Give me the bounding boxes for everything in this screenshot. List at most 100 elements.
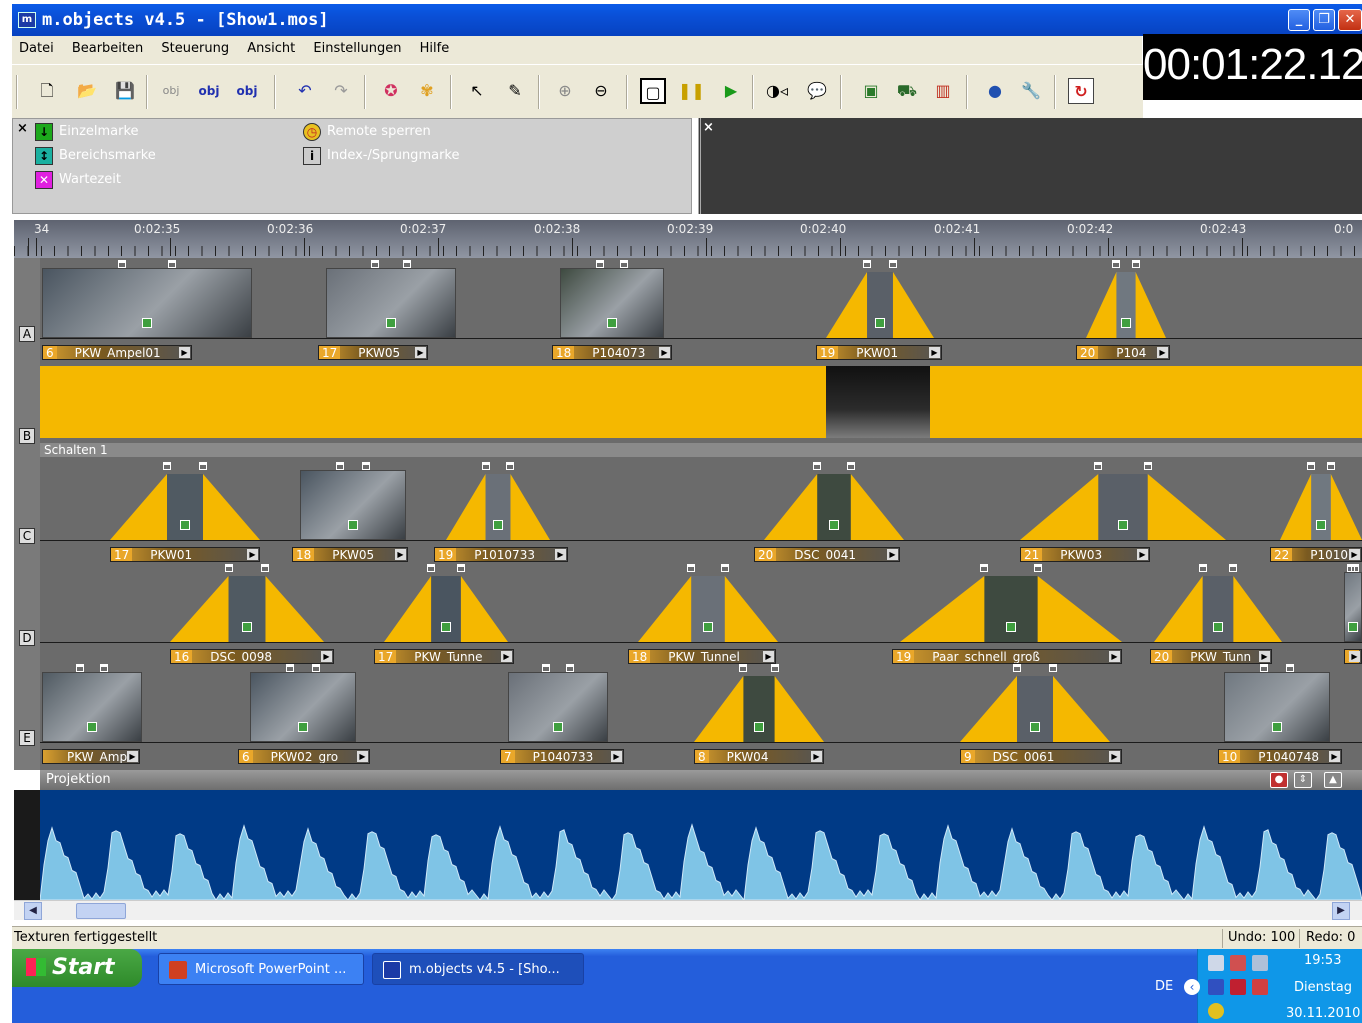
fade-handle[interactable] — [361, 462, 370, 470]
clip-arrow-icon[interactable]: ▶ — [1259, 651, 1270, 662]
clip-label[interactable]: 20 DSC_0041 ▶ — [754, 547, 900, 562]
taskbar-mobjects[interactable]: m.objects v4.5 - [Sho... — [372, 953, 584, 985]
track-letter-a[interactable]: A — [19, 326, 35, 342]
clip-arrow-icon[interactable]: ▶ — [357, 751, 368, 762]
restore-button[interactable]: ❐ — [1313, 9, 1335, 31]
fade-handle[interactable] — [1143, 462, 1152, 470]
zoom-in-icon[interactable]: ⊕ — [552, 78, 578, 104]
fade-handle[interactable] — [286, 664, 295, 672]
clip-arrow-icon[interactable]: ▶ — [1349, 651, 1360, 662]
keyframe-handle[interactable] — [1316, 520, 1326, 530]
marker-remote-sperren[interactable]: ◷ Remote sperren — [303, 122, 431, 142]
fade-handle[interactable] — [888, 260, 897, 268]
redo-icon[interactable]: ↷ — [328, 78, 354, 104]
fade-handle[interactable] — [1049, 664, 1057, 672]
clip-label[interactable]: 10 P1040748 ▶ — [1218, 749, 1342, 764]
undo-icon[interactable]: ↶ — [292, 78, 318, 104]
clip-arrow-icon[interactable]: ▶ — [1329, 751, 1340, 762]
clip-arrow-icon[interactable]: ▶ — [1349, 549, 1360, 560]
object-properties-icon[interactable]: obj — [196, 78, 222, 104]
clip-label[interactable]: 6 PKW_Ampel01 ▶ — [42, 345, 192, 360]
menu-ansicht[interactable]: Ansicht — [240, 36, 302, 56]
fade-handle[interactable] — [1094, 462, 1103, 470]
clock-time[interactable]: 19:53 — [1304, 953, 1341, 968]
fade-handle[interactable] — [1013, 664, 1021, 672]
keyframe-handle[interactable] — [441, 622, 451, 632]
marker-einzelmarke[interactable]: ↓ Einzelmarke — [35, 122, 139, 142]
keyframe-handle[interactable] — [142, 318, 152, 328]
fade-handle[interactable] — [770, 664, 779, 672]
clip-arrow-icon[interactable]: ▶ — [395, 549, 406, 560]
presentation-icon[interactable]: ⛟ — [894, 78, 920, 104]
clip-label[interactable]: 19 PKW01 ▶ — [816, 345, 942, 360]
keyframe-handle[interactable] — [298, 722, 308, 732]
play-icon[interactable]: ▶ — [718, 78, 744, 104]
pen-icon[interactable]: ✎ — [502, 78, 528, 104]
clip-arrow-icon[interactable]: ▶ — [887, 549, 898, 560]
fade-handle[interactable] — [846, 462, 855, 470]
close-button[interactable]: ✕ — [1338, 9, 1362, 31]
start-button[interactable]: Start — [12, 949, 142, 987]
keyframe-handle[interactable] — [1006, 622, 1016, 632]
pointer-icon[interactable]: ↖ — [464, 78, 490, 104]
track-b-fill[interactable] — [40, 366, 1362, 438]
fade-handle[interactable] — [168, 260, 177, 268]
track-letter-d[interactable]: D — [19, 630, 35, 646]
keyframe-handle[interactable] — [829, 520, 839, 530]
marker-bereichsmarke[interactable]: ↕ Bereichsmarke — [35, 146, 156, 166]
clip-label[interactable]: 18 PKW05 ▶ — [292, 547, 408, 562]
clip-label[interactable]: 19 P1010733 ▶ — [434, 547, 568, 562]
keyframe-handle[interactable] — [1118, 520, 1128, 530]
track-letter-c[interactable]: C — [19, 528, 35, 544]
clip-arrow-icon[interactable]: ▶ — [501, 651, 512, 662]
keyframe-handle[interactable] — [386, 318, 396, 328]
fade-handle[interactable] — [1131, 260, 1140, 268]
drop-icon[interactable]: ● — [982, 78, 1008, 104]
wrench-icon[interactable]: 🔧 — [1018, 78, 1044, 104]
fade-handle[interactable] — [76, 664, 84, 672]
keyframe-handle[interactable] — [1121, 318, 1131, 328]
menu-steuerung[interactable]: Steuerung — [154, 36, 236, 56]
close-icon[interactable]: × — [703, 120, 714, 135]
clip-label[interactable]: 18 P104073 ▶ — [552, 345, 672, 360]
security-shield-icon[interactable] — [1208, 1003, 1224, 1019]
select-mode-icon[interactable]: ▢ — [640, 78, 666, 104]
fade-handle[interactable] — [542, 664, 550, 672]
fade-handle[interactable] — [163, 462, 171, 470]
fade-handle[interactable] — [117, 260, 126, 268]
fade-handle[interactable] — [311, 664, 320, 672]
fade-handle[interactable] — [1229, 564, 1238, 572]
fade-handle[interactable] — [100, 664, 108, 672]
fade-handle[interactable] — [566, 664, 574, 672]
fade-handle[interactable] — [336, 462, 345, 470]
menu-bearbeiten[interactable]: Bearbeiten — [65, 36, 150, 56]
bluetooth-icon[interactable] — [1208, 979, 1224, 995]
speech-icon[interactable]: 💬 — [804, 78, 830, 104]
clip-arrow-icon[interactable]: ▶ — [179, 347, 190, 358]
clip-arrow-icon[interactable]: ▶ — [811, 751, 822, 762]
clip-label[interactable]: 17 PKW05 ▶ — [318, 345, 428, 360]
fade-handle[interactable] — [863, 260, 872, 268]
clip-label[interactable]: 6 PKW02_gro ▶ — [238, 749, 370, 764]
clip-label[interactable]: 8 PKW04 ▶ — [694, 749, 824, 764]
show-hidden-icons-icon[interactable]: ‹ — [1184, 979, 1200, 995]
menu-hilfe[interactable]: Hilfe — [413, 36, 457, 56]
track-letter-b[interactable]: B — [19, 428, 35, 444]
clip-arrow-icon[interactable]: ▶ — [763, 651, 774, 662]
clip-arrow-icon[interactable]: ▶ — [659, 347, 670, 358]
fade-handle[interactable] — [620, 260, 629, 268]
fade-handle[interactable] — [813, 462, 822, 470]
clip-arrow-icon[interactable]: ▶ — [127, 751, 138, 762]
fade-handle[interactable] — [1033, 564, 1042, 572]
keyframe-handle[interactable] — [348, 520, 358, 530]
menu-einstellungen[interactable]: Einstellungen — [306, 36, 408, 56]
minimize-button[interactable]: _ — [1288, 9, 1310, 31]
columns-icon[interactable]: ▥ — [930, 78, 956, 104]
marker-wartezeit[interactable]: ✕ Wartezeit — [35, 170, 121, 190]
save-icon[interactable]: 💾 — [112, 78, 138, 104]
object-icon[interactable]: obj — [234, 78, 260, 104]
fade-handle[interactable] — [224, 564, 233, 572]
audio-icon[interactable]: ◑◃ — [764, 78, 790, 104]
fade-handle[interactable] — [720, 564, 729, 572]
keyframe-handle[interactable] — [180, 520, 190, 530]
